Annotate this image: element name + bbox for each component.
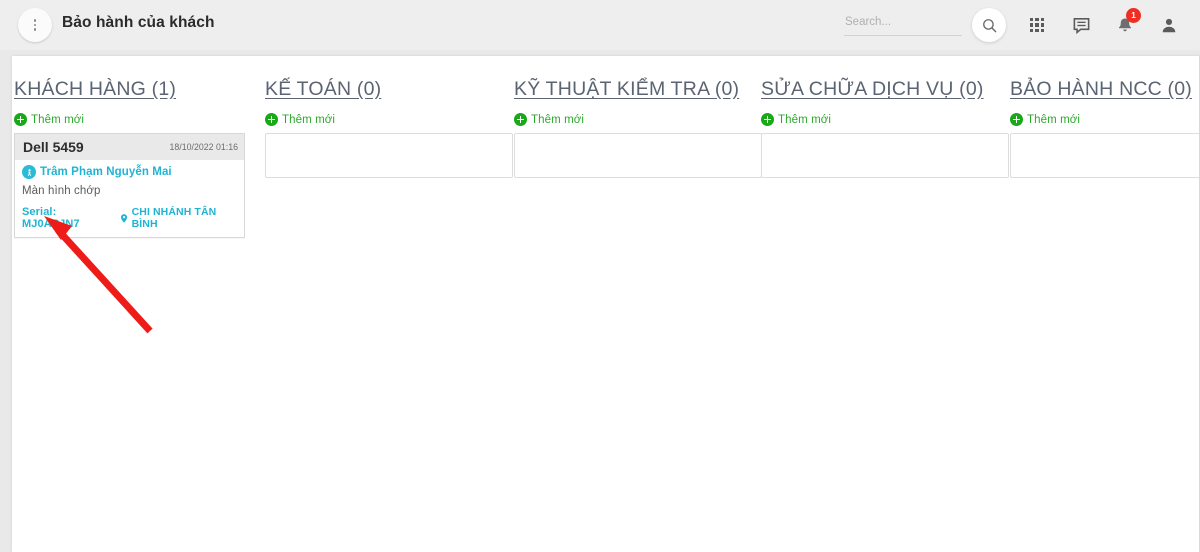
add-new-button[interactable]: Thêm mới [514,113,584,126]
kanban-board: KHÁCH HÀNG (1) Thêm mới Dell 5459 18/10/… [12,56,1200,552]
board-column-sua-chua-dich-vu: SỬA CHỮA DỊCH VỤ (0) Thêm mới [761,78,1009,178]
column-title[interactable]: SỬA CHỮA DỊCH VỤ (0) [761,78,1009,101]
search-icon [982,18,996,32]
add-new-button[interactable]: Thêm mới [1010,113,1080,126]
card-header: Dell 5459 18/10/2022 01:16 [15,134,244,160]
apps-grid-icon [1030,18,1044,32]
notifications-button[interactable]: 1 [1110,8,1141,42]
page-title: Bảo hành của khách [62,14,215,31]
plus-circle-icon [265,113,278,126]
add-new-button[interactable]: Thêm mới [14,113,84,126]
top-app-bar: Bảo hành của khách Search... 1 [0,0,1200,50]
kebab-menu-icon [33,19,37,31]
board-column-ke-toan: KẾ TOÁN (0) Thêm mới [265,78,513,178]
card-dropzone[interactable] [265,133,513,178]
card-branch[interactable]: CHI NHÁNH TÂN BÌNH [119,206,237,230]
plus-circle-icon [14,113,27,126]
add-new-label: Thêm mới [1027,113,1081,126]
board-column-khach-hang: KHÁCH HÀNG (1) Thêm mới Dell 5459 18/10/… [14,78,262,238]
board-card[interactable]: Dell 5459 18/10/2022 01:16 Trâm Phạm Ngu… [14,133,245,238]
apps-button[interactable] [1022,8,1052,42]
card-title: Dell 5459 [23,139,84,155]
search-input[interactable] [844,12,962,36]
card-user-name: Trâm Phạm Nguyễn Mai [40,166,172,178]
person-icon [1162,18,1176,32]
board-column-bao-hanh-ncc: BẢO HÀNH NCC (0) Thêm mới [1010,78,1200,178]
card-user-row: Trâm Phạm Nguyễn Mai [22,165,236,179]
search-button[interactable] [972,8,1006,42]
board-column-ky-thuat-kiem-tra: KỸ THUẬT KIỂM TRA (0) Thêm mới [514,78,762,178]
search-field-wrapper [844,12,962,38]
card-description: Màn hình chớp [22,185,101,197]
plus-circle-icon [761,113,774,126]
card-footer: Serial: MJ0APJN7 CHI NHÁNH TÂN BÌNH [22,206,236,230]
app-root: Bảo hành của khách Search... 1 KHÁCH HÀN… [0,0,1200,552]
column-title[interactable]: KẾ TOÁN (0) [265,78,513,101]
add-new-button[interactable]: Thêm mới [265,113,335,126]
column-title[interactable]: KỸ THUẬT KIỂM TRA (0) [514,78,762,101]
top-bar-actions: 1 [844,0,1200,50]
add-new-label: Thêm mới [531,113,585,126]
location-pin-icon [120,213,127,223]
column-title[interactable]: BẢO HÀNH NCC (0) [1010,78,1200,101]
kebab-menu-button[interactable] [18,8,52,42]
card-timestamp: 18/10/2022 01:16 [169,142,239,152]
plus-circle-icon [514,113,527,126]
account-button[interactable] [1154,8,1184,42]
messages-button[interactable] [1066,8,1096,42]
add-new-label: Thêm mới [31,113,85,126]
card-branch-label: CHI NHÁNH TÂN BÌNH [131,206,217,230]
column-title[interactable]: KHÁCH HÀNG (1) [14,78,262,101]
card-serial[interactable]: Serial: MJ0APJN7 [22,206,110,230]
chat-bubble-icon [1073,17,1089,34]
add-new-button[interactable]: Thêm mới [761,113,831,126]
add-new-label: Thêm mới [778,113,832,126]
add-new-label: Thêm mới [282,113,336,126]
notification-badge: 1 [1126,8,1141,23]
card-dropzone[interactable] [761,133,1009,178]
plus-circle-icon [1010,113,1023,126]
board-panel: KHÁCH HÀNG (1) Thêm mới Dell 5459 18/10/… [12,56,1200,552]
card-body: Trâm Phạm Nguyễn Mai Màn hình chớp Seria… [15,160,244,237]
card-dropzone[interactable] [1010,133,1200,178]
card-dropzone[interactable] [514,133,762,178]
user-avatar-icon [22,165,36,179]
